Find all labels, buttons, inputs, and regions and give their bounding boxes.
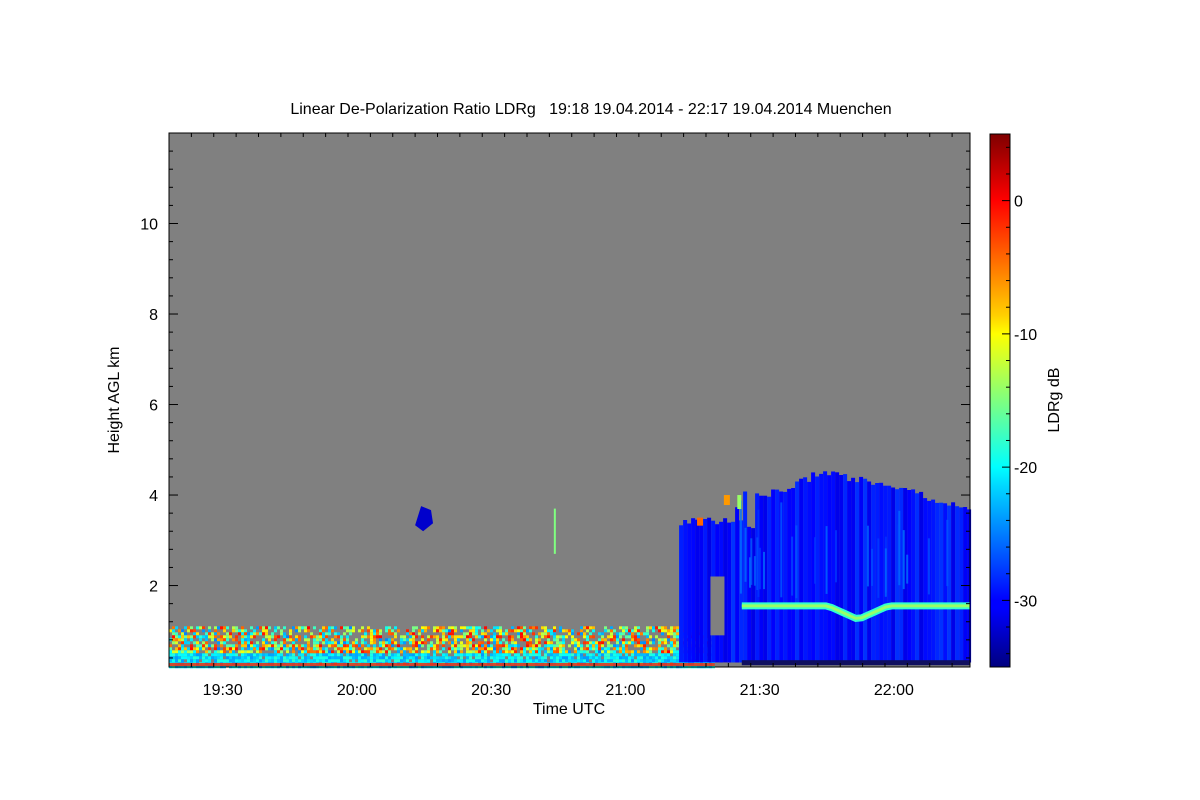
y-tick-label: 8 — [149, 307, 158, 324]
surface-line — [169, 663, 715, 666]
ldr-time-height-chart: Linear De-Polarization Ratio LDRg 19:18 … — [106, 101, 1063, 718]
y-tick-label: 4 — [149, 488, 158, 505]
x-tick-label: 19:30 — [203, 682, 243, 699]
colorbar-tick-label: -10 — [1014, 327, 1037, 344]
colorbar-tick-label: 0 — [1014, 194, 1023, 211]
y-tick-label: 2 — [149, 579, 158, 596]
x-axis-label: Time UTC — [533, 701, 605, 718]
chart-title: Linear De-Polarization Ratio LDRg 19:18 … — [290, 101, 891, 118]
y-tick-label: 10 — [140, 217, 158, 234]
region-vertical-trace — [553, 508, 556, 554]
x-tick-label: 21:00 — [605, 682, 645, 699]
colorbar: 0 -10 -20 -30 LDRg dB — [989, 133, 1063, 668]
y-tick-labels: 2 4 6 8 10 — [140, 217, 158, 596]
y-axis-label: Height AGL km — [106, 346, 123, 453]
colorbar-gradient — [989, 133, 1011, 668]
x-tick-label: 22:00 — [874, 682, 914, 699]
y-tick-label: 6 — [149, 398, 158, 415]
colorbar-label: LDRg dB — [1046, 368, 1063, 433]
x-tick-labels: 19:30 20:00 20:30 21:00 21:30 22:00 — [203, 682, 914, 699]
x-tick-label: 20:30 — [471, 682, 511, 699]
plot-area — [168, 132, 972, 669]
colorbar-tick-label: -20 — [1014, 460, 1037, 477]
x-tick-label: 21:30 — [740, 682, 780, 699]
colorbar-tick-label: -30 — [1014, 593, 1037, 610]
x-tick-label: 20:00 — [337, 682, 377, 699]
